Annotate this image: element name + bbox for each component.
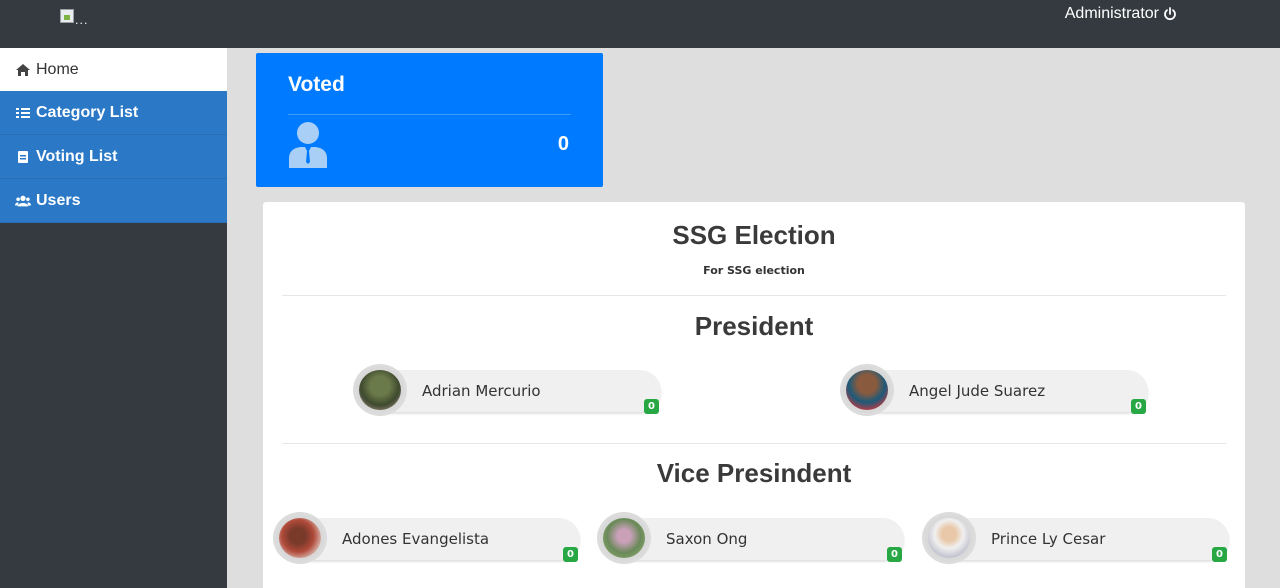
sidebar-item-home[interactable]: Home <box>0 48 227 91</box>
sidebar-item-label: Category List <box>36 103 139 121</box>
candidate-name: Adones Evangelista <box>342 530 490 548</box>
logo-alt-text: ... <box>75 14 89 27</box>
voted-card-title: Voted <box>288 73 345 96</box>
user-menu[interactable]: Administrator <box>1065 5 1177 23</box>
candidate-card[interactable]: Angel Jude Suarez 0 <box>840 364 1148 416</box>
sidebar: Home Category List Voting List Users <box>0 48 227 588</box>
candidate-name: Prince Ly Cesar <box>991 530 1106 548</box>
avatar <box>353 364 407 416</box>
sidebar-item-label: Home <box>36 60 79 78</box>
vote-count-badge: 0 <box>563 547 578 562</box>
top-navbar: ... Administrator <box>0 0 1280 48</box>
avatar <box>840 364 894 416</box>
candidate-card[interactable]: Adones Evangelista 0 <box>273 512 580 564</box>
vote-count-badge: 0 <box>1131 399 1146 414</box>
election-subtitle: For SSG election <box>703 264 805 277</box>
divider <box>282 443 1226 444</box>
users-icon <box>15 194 31 208</box>
divider <box>288 114 571 115</box>
category-title-vice-president: Vice Presindent <box>656 458 852 488</box>
election-panel: SSG Election For SSG election President … <box>263 202 1245 588</box>
avatar <box>273 512 327 564</box>
file-icon <box>15 150 31 164</box>
sidebar-item-users[interactable]: Users <box>0 179 227 223</box>
vote-count-badge: 0 <box>887 547 902 562</box>
candidate-card[interactable]: Adrian Mercurio 0 <box>353 364 661 416</box>
candidate-name: Adrian Mercurio <box>422 382 541 400</box>
candidate-name: Saxon Ong <box>666 530 748 548</box>
broken-image-icon <box>60 9 74 23</box>
power-icon[interactable] <box>1163 7 1177 21</box>
sidebar-item-voting-list[interactable]: Voting List <box>0 135 227 179</box>
election-title: SSG Election <box>672 220 836 250</box>
sidebar-item-label: Users <box>36 191 81 209</box>
candidate-card[interactable]: Prince Ly Cesar 0 <box>922 512 1229 564</box>
list-icon <box>15 106 31 120</box>
user-name: Administrator <box>1064 5 1159 22</box>
vote-count-badge: 0 <box>1212 547 1227 562</box>
voted-stat-card: Voted 0 <box>256 53 603 187</box>
sidebar-item-label: Voting List <box>36 147 118 165</box>
avatar <box>922 512 976 564</box>
sidebar-item-category-list[interactable]: Category List <box>0 91 227 135</box>
voted-count: 0 <box>557 133 569 155</box>
vote-count-badge: 0 <box>644 399 659 414</box>
category-title-president: President <box>694 311 814 341</box>
logo-image[interactable]: ... <box>60 9 90 27</box>
candidate-card[interactable]: Saxon Ong 0 <box>597 512 904 564</box>
avatar <box>597 512 651 564</box>
user-tie-icon <box>288 122 328 168</box>
divider <box>282 295 1226 296</box>
candidate-name: Angel Jude Suarez <box>909 382 1046 400</box>
home-icon <box>15 63 31 77</box>
